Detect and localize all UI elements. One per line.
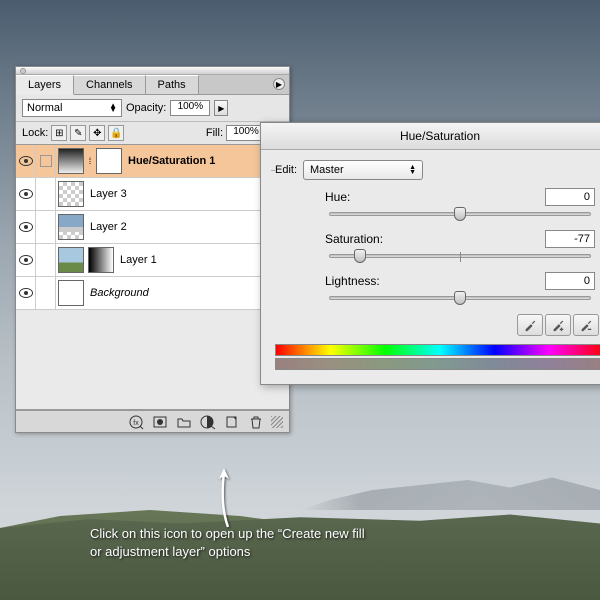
slider-thumb-icon[interactable] [454, 207, 466, 221]
layer-name[interactable]: Background [86, 287, 289, 299]
eye-icon [19, 255, 33, 265]
saturation-slider[interactable] [329, 254, 591, 258]
eye-icon [19, 189, 33, 199]
hue-input[interactable] [545, 188, 595, 206]
layer-name[interactable]: Layer 3 [86, 188, 289, 200]
select-arrows-icon: ▲▼ [409, 165, 416, 175]
dialog-title: Hue/Saturation [261, 123, 600, 150]
link-box-icon [40, 155, 52, 167]
panel-tabs: Layers Channels Paths ▶ [16, 75, 289, 95]
layers-panel-footer: fx [16, 410, 289, 432]
hue-saturation-dialog: Hue/Saturation Edit: Master ▲▼ Hue: Satu… [260, 122, 600, 385]
edit-select[interactable]: Master ▲▼ [303, 160, 423, 180]
visibility-toggle[interactable] [16, 178, 36, 210]
hue-label: Hue: [325, 190, 350, 204]
eyedropper-add-icon[interactable] [545, 314, 571, 336]
dialog-body: Edit: Master ▲▼ Hue: Saturation: [261, 150, 600, 384]
visibility-toggle[interactable] [16, 211, 36, 243]
saturation-input[interactable] [545, 230, 595, 248]
layer-thumb[interactable] [58, 214, 84, 240]
layer-list: ⁞ Hue/Saturation 1 Layer 3 Layer 2 Layer… [16, 145, 289, 310]
lock-all-icon[interactable]: 🔒 [108, 125, 124, 141]
lightness-label: Lightness: [325, 274, 380, 288]
visibility-toggle[interactable] [16, 244, 36, 276]
saturation-label: Saturation: [325, 232, 383, 246]
layer-row-3[interactable]: Layer 3 [16, 178, 289, 211]
lock-fill-row: Lock: ⊞ ✎ ✥ 🔒 Fill: 100% ▶ [16, 122, 289, 145]
fx-icon[interactable]: fx [127, 414, 145, 430]
layer-row-1[interactable]: Layer 1 [16, 244, 289, 277]
link-col[interactable] [36, 211, 56, 243]
blend-mode-value: Normal [27, 102, 62, 114]
lock-label: Lock: [22, 127, 48, 139]
lock-position-icon[interactable]: ✥ [89, 125, 105, 141]
lock-transparency-icon[interactable]: ⊞ [51, 125, 67, 141]
svg-text:fx: fx [133, 420, 139, 427]
lightness-group: Lightness: [325, 272, 595, 300]
tab-layers[interactable]: Layers [16, 75, 74, 95]
hue-slider[interactable] [329, 212, 591, 216]
eyedropper-row [275, 314, 599, 336]
slider-thumb-icon[interactable] [354, 249, 366, 263]
spectrum-full [275, 344, 600, 356]
eyedropper-subtract-icon[interactable] [573, 314, 599, 336]
link-col[interactable] [36, 277, 56, 309]
visibility-toggle[interactable] [16, 145, 36, 177]
edit-label: Edit: [275, 164, 297, 176]
eye-icon [19, 288, 33, 298]
saturation-group: Saturation: [325, 230, 595, 258]
close-dot[interactable] [20, 68, 26, 74]
resize-grip-icon[interactable] [271, 416, 283, 428]
edit-row: Edit: Master ▲▼ [275, 160, 600, 180]
layer-row-background[interactable]: Background [16, 277, 289, 310]
layers-panel: Layers Channels Paths ▶ Normal ▲▼ Opacit… [15, 66, 290, 433]
layer-thumb[interactable] [58, 181, 84, 207]
edit-value: Master [310, 164, 344, 176]
hue-group: Hue: [325, 188, 595, 216]
tab-channels[interactable]: Channels [74, 75, 145, 94]
eye-icon [19, 156, 33, 166]
tab-paths[interactable]: Paths [146, 75, 199, 94]
blend-opacity-row: Normal ▲▼ Opacity: 100% ▶ [16, 95, 289, 122]
layer-list-empty [16, 310, 289, 410]
link-col[interactable] [36, 244, 56, 276]
link-col[interactable] [36, 145, 56, 177]
layer-row-huesat[interactable]: ⁞ Hue/Saturation 1 [16, 145, 289, 178]
adjustment-thumb[interactable] [58, 148, 84, 174]
opacity-label: Opacity: [126, 102, 166, 114]
blend-mode-select[interactable]: Normal ▲▼ [22, 99, 122, 117]
layer-name[interactable]: Layer 2 [86, 221, 289, 233]
link-col[interactable] [36, 178, 56, 210]
new-layer-icon[interactable] [223, 414, 241, 430]
trash-icon[interactable] [247, 414, 265, 430]
mask-thumb[interactable] [96, 148, 122, 174]
mask-link-icon[interactable]: ⁞ [86, 154, 94, 168]
fill-label: Fill: [206, 127, 223, 139]
group-icon[interactable] [175, 414, 193, 430]
opacity-popup-arrow[interactable]: ▶ [214, 100, 228, 116]
lock-pixels-icon[interactable]: ✎ [70, 125, 86, 141]
adjustment-layer-icon[interactable] [199, 414, 217, 430]
visibility-toggle[interactable] [16, 277, 36, 309]
lightness-input[interactable] [545, 272, 595, 290]
layer-thumb[interactable] [58, 247, 84, 273]
panel-titlebar[interactable] [16, 67, 289, 75]
slider-thumb-icon[interactable] [454, 291, 466, 305]
mask-icon[interactable] [151, 414, 169, 430]
layer-thumb[interactable] [58, 280, 84, 306]
opacity-input[interactable]: 100% [170, 100, 210, 116]
slider-tick-icon [460, 252, 461, 262]
layer-row-2[interactable]: Layer 2 [16, 211, 289, 244]
select-arrows-icon: ▲▼ [109, 104, 117, 112]
eyedropper-icon[interactable] [517, 314, 543, 336]
panel-menu-icon[interactable]: ▶ [273, 78, 285, 90]
lightness-slider[interactable] [329, 296, 591, 300]
spectrum-adjusted [275, 358, 600, 370]
eye-icon [19, 222, 33, 232]
mask-thumb[interactable] [88, 247, 114, 273]
annotation-text: Click on this icon to open up the “Creat… [90, 525, 370, 560]
